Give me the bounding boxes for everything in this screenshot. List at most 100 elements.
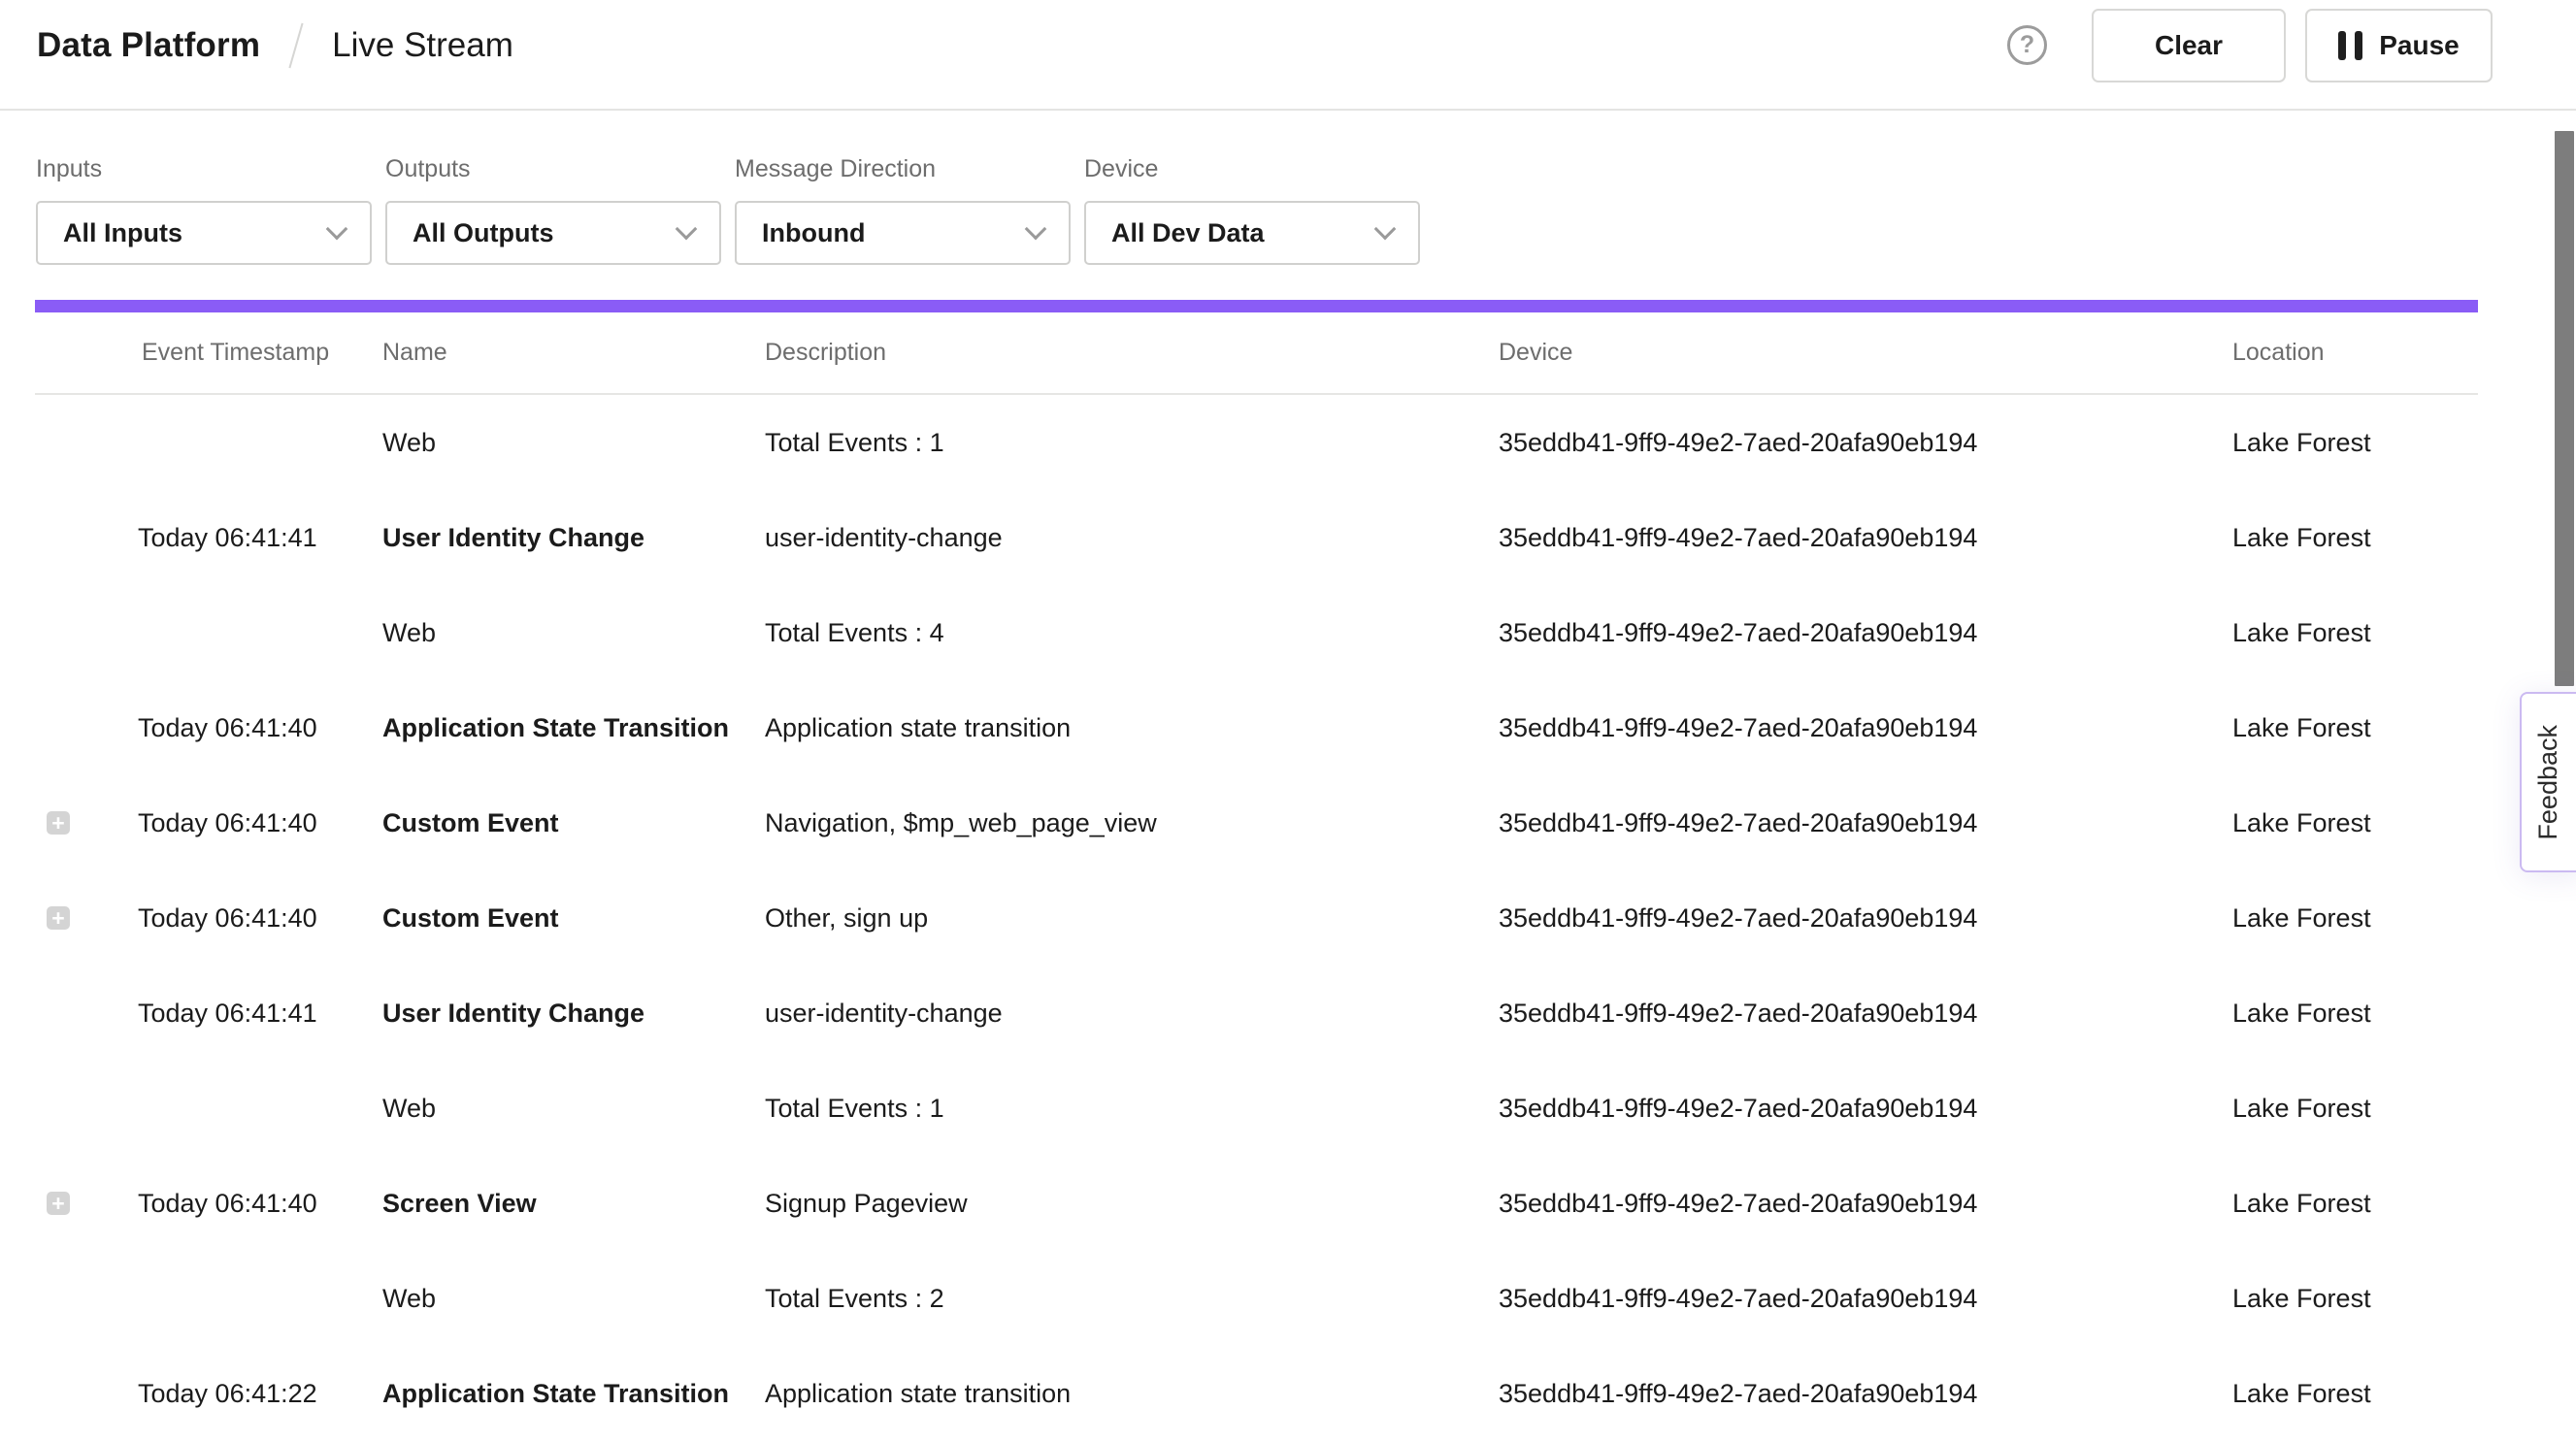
cell-location: Lake Forest (2232, 713, 2478, 743)
cell-name: Custom Event (382, 808, 765, 838)
cell-device: 35eddb41-9ff9-49e2-7aed-20afa90eb194 (1499, 713, 2232, 743)
message-direction-select[interactable]: Inbound (735, 201, 1071, 265)
cell-expand: + (35, 1192, 138, 1215)
table-row[interactable]: WebTotal Events : 435eddb41-9ff9-49e2-7a… (35, 585, 2478, 680)
inputs-select-value: All Inputs (63, 218, 329, 248)
cell-description: user-identity-change (765, 523, 1499, 553)
pause-icon (2338, 31, 2362, 60)
filter-inputs: Inputs All Inputs (36, 155, 372, 265)
feedback-tab[interactable]: Feedback (2520, 692, 2576, 872)
table-row[interactable]: WebTotal Events : 235eddb41-9ff9-49e2-7a… (35, 1251, 2478, 1346)
cell-description: Total Events : 4 (765, 618, 1499, 648)
cell-name: User Identity Change (382, 523, 765, 553)
cell-description: Signup Pageview (765, 1189, 1499, 1219)
filter-label-outputs: Outputs (385, 155, 721, 183)
expand-row-button[interactable]: + (47, 1192, 70, 1215)
cell-device: 35eddb41-9ff9-49e2-7aed-20afa90eb194 (1499, 1379, 2232, 1409)
inputs-select[interactable]: All Inputs (36, 201, 372, 265)
cell-device: 35eddb41-9ff9-49e2-7aed-20afa90eb194 (1499, 1094, 2232, 1124)
expand-row-button[interactable]: + (47, 811, 70, 835)
breadcrumb-section-data-platform[interactable]: Data Platform (37, 26, 260, 65)
cell-location: Lake Forest (2232, 1189, 2478, 1219)
cell-name: User Identity Change (382, 999, 765, 1029)
table-row[interactable]: Today 06:41:41User Identity Changeuser-i… (35, 966, 2478, 1061)
column-header-event-timestamp: Event Timestamp (138, 339, 382, 367)
outputs-select[interactable]: All Outputs (385, 201, 721, 265)
cell-name: Web (382, 428, 765, 458)
table-row[interactable]: Today 06:41:40Application State Transiti… (35, 680, 2478, 775)
filter-label-message-direction: Message Direction (735, 155, 1071, 183)
pause-button[interactable]: Pause (2305, 9, 2493, 82)
table-row[interactable]: + Today 06:41:40Custom EventOther, sign u… (35, 870, 2478, 966)
cell-device: 35eddb41-9ff9-49e2-7aed-20afa90eb194 (1499, 999, 2232, 1029)
table-row[interactable]: Today 06:41:22Application State Transiti… (35, 1346, 2478, 1441)
filter-message-direction: Message Direction Inbound (735, 155, 1071, 265)
table-row[interactable]: WebTotal Events : 135eddb41-9ff9-49e2-7a… (35, 1061, 2478, 1156)
cell-location: Lake Forest (2232, 903, 2478, 934)
message-direction-select-value: Inbound (762, 218, 1028, 248)
cell-event-timestamp: Today 06:41:40 (138, 1189, 382, 1219)
expand-row-button[interactable]: + (47, 906, 70, 930)
cell-location: Lake Forest (2232, 618, 2478, 648)
device-select[interactable]: All Dev Data (1084, 201, 1420, 265)
cell-name: Application State Transition (382, 1379, 765, 1409)
cell-location: Lake Forest (2232, 428, 2478, 458)
pause-button-label: Pause (2379, 30, 2460, 61)
table-body: WebTotal Events : 135eddb41-9ff9-49e2-7a… (35, 395, 2478, 1441)
cell-device: 35eddb41-9ff9-49e2-7aed-20afa90eb194 (1499, 808, 2232, 838)
cell-name: Custom Event (382, 903, 765, 934)
feedback-tab-label: Feedback (2533, 725, 2563, 840)
cell-description: user-identity-change (765, 999, 1499, 1029)
cell-location: Lake Forest (2232, 1284, 2478, 1314)
table-row[interactable]: + Today 06:41:40Screen ViewSignup Pagevie… (35, 1156, 2478, 1251)
chevron-down-icon (1025, 218, 1047, 241)
cell-expand: + (35, 811, 138, 835)
top-header: Data Platform Live Stream ? Clear Pause (0, 0, 2576, 111)
cell-device: 35eddb41-9ff9-49e2-7aed-20afa90eb194 (1499, 1189, 2232, 1219)
breadcrumb-separator (289, 22, 304, 68)
column-header-location: Location (2232, 339, 2478, 367)
device-select-value: All Dev Data (1111, 218, 1377, 248)
filter-label-inputs: Inputs (36, 155, 372, 183)
help-icon[interactable]: ? (2007, 25, 2047, 65)
clear-button[interactable]: Clear (2092, 9, 2286, 82)
cell-device: 35eddb41-9ff9-49e2-7aed-20afa90eb194 (1499, 523, 2232, 553)
table-row[interactable]: WebTotal Events : 135eddb41-9ff9-49e2-7a… (35, 395, 2478, 490)
cell-device: 35eddb41-9ff9-49e2-7aed-20afa90eb194 (1499, 618, 2232, 648)
cell-device: 35eddb41-9ff9-49e2-7aed-20afa90eb194 (1499, 903, 2232, 934)
cell-name: Web (382, 1284, 765, 1314)
cell-event-timestamp: Today 06:41:40 (138, 903, 382, 934)
cell-name: Screen View (382, 1189, 765, 1219)
vertical-scrollbar[interactable] (2555, 131, 2574, 686)
events-table: Event Timestamp Name Description Device … (35, 312, 2478, 1441)
chevron-down-icon (676, 218, 698, 241)
cell-event-timestamp: Today 06:41:22 (138, 1379, 382, 1409)
cell-location: Lake Forest (2232, 1094, 2478, 1124)
cell-expand: + (35, 906, 138, 930)
cell-event-timestamp: Today 06:41:41 (138, 523, 382, 553)
chevron-down-icon (326, 218, 348, 241)
column-header-description: Description (765, 339, 1499, 367)
page-title: Live Stream (332, 26, 513, 65)
cell-location: Lake Forest (2232, 808, 2478, 838)
column-header-device: Device (1499, 339, 2232, 367)
cell-description: Total Events : 1 (765, 428, 1499, 458)
filter-device: Device All Dev Data (1084, 155, 1420, 265)
outputs-select-value: All Outputs (413, 218, 678, 248)
chevron-down-icon (1374, 218, 1397, 241)
column-header-name: Name (382, 339, 765, 367)
filter-bar: Inputs All Inputs Outputs All Outputs Me… (36, 155, 2576, 265)
cell-device: 35eddb41-9ff9-49e2-7aed-20afa90eb194 (1499, 428, 2232, 458)
table-row[interactable]: Today 06:41:41User Identity Changeuser-i… (35, 490, 2478, 585)
cell-description: Total Events : 2 (765, 1284, 1499, 1314)
filter-outputs: Outputs All Outputs (385, 155, 721, 265)
cell-event-timestamp: Today 06:41:40 (138, 713, 382, 743)
table-row[interactable]: + Today 06:41:40Custom EventNavigation, $… (35, 775, 2478, 870)
cell-event-timestamp: Today 06:41:40 (138, 808, 382, 838)
cell-description: Navigation, $mp_web_page_view (765, 808, 1499, 838)
stream-accent-bar (35, 300, 2478, 312)
cell-description: Total Events : 1 (765, 1094, 1499, 1124)
table-header-row: Event Timestamp Name Description Device … (35, 312, 2478, 395)
cell-name: Application State Transition (382, 713, 765, 743)
cell-description: Other, sign up (765, 903, 1499, 934)
